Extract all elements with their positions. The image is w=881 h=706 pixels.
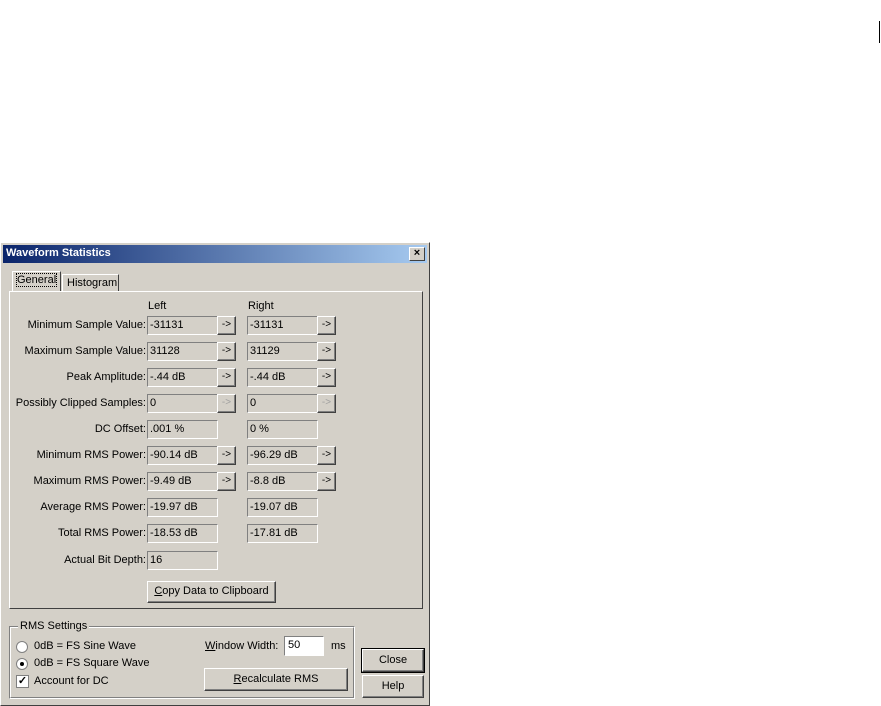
min-rms-left-goto-button[interactable]: -> xyxy=(217,446,236,465)
max-rms-left-field: -9.49 dB xyxy=(147,472,218,491)
column-header-left: Left xyxy=(148,300,167,312)
min-rms-right-field: -96.29 dB xyxy=(247,446,318,465)
tab-histogram-label: Histogram xyxy=(67,277,118,289)
recalculate-rms-button[interactable]: Recalculate RMS xyxy=(204,668,348,691)
bit-depth-label: Actual Bit Depth: xyxy=(64,554,146,566)
bit-depth-left-field: 16 xyxy=(147,551,218,570)
clipped-label-wrap: Possibly Clipped Samples: xyxy=(1,397,146,411)
clipped-left-field: 0 xyxy=(147,394,218,413)
sine-wave-radio[interactable] xyxy=(16,641,28,653)
max-sample-label: Maximum Sample Value: xyxy=(24,345,146,357)
max-rms-right-goto-button[interactable]: -> xyxy=(317,472,336,491)
peak-amplitude-left-goto-button[interactable]: -> xyxy=(217,368,236,387)
peak-amplitude-label-wrap: Peak Amplitude: xyxy=(1,371,147,385)
copy-label: opy Data to Clipboard xyxy=(162,585,269,597)
peak-amplitude-label: Peak Amplitude: xyxy=(66,371,147,383)
min-rms-right-goto-button[interactable]: -> xyxy=(317,446,336,465)
close-button[interactable]: Close xyxy=(361,648,425,673)
tab-general[interactable]: General xyxy=(12,271,61,291)
tab-histogram[interactable]: Histogram xyxy=(62,274,119,291)
peak-amplitude-left-field: -.44 dB xyxy=(147,368,218,387)
total-rms-right-field: -17.81 dB xyxy=(247,524,318,543)
bit-depth-label-wrap: Actual Bit Depth: xyxy=(1,554,146,568)
min-rms-left-field: -90.14 dB xyxy=(147,446,218,465)
window-width-unit: ms xyxy=(331,640,346,652)
copy-to-clipboard-button[interactable]: Copy Data to Clipboard xyxy=(147,581,276,603)
max-sample-right-goto-button[interactable]: -> xyxy=(317,342,336,361)
min-sample-right-field: -31131 xyxy=(247,316,318,335)
total-rms-label-wrap: Total RMS Power: xyxy=(1,527,146,541)
column-header-right: Right xyxy=(248,300,274,312)
total-rms-left-field: -18.53 dB xyxy=(147,524,218,543)
window-width-label: Window Width: xyxy=(205,640,278,652)
title-bar[interactable]: Waveform Statistics × xyxy=(3,245,427,263)
avg-rms-right-field: -19.07 dB xyxy=(247,498,318,517)
clipped-left-goto-button: -> xyxy=(217,394,236,413)
peak-amplitude-right-goto-button[interactable]: -> xyxy=(317,368,336,387)
window-title: Waveform Statistics xyxy=(6,247,111,259)
screen-edge-mark xyxy=(879,21,880,43)
min-sample-label: Minimum Sample Value: xyxy=(27,319,146,331)
dc-offset-label-wrap: DC Offset: xyxy=(1,423,146,437)
min-sample-label-wrap: Minimum Sample Value: xyxy=(1,319,146,333)
avg-rms-label-wrap: Average RMS Power: xyxy=(1,501,146,515)
avg-rms-label: Average RMS Power: xyxy=(40,501,146,513)
max-rms-left-goto-button[interactable]: -> xyxy=(217,472,236,491)
sine-wave-label[interactable]: 0dB = FS Sine Wave xyxy=(34,640,136,652)
dc-offset-label: DC Offset: xyxy=(94,423,146,435)
account-dc-label[interactable]: Account for DC xyxy=(34,675,109,687)
max-sample-left-goto-button[interactable]: -> xyxy=(217,342,236,361)
window-width-text: indow Width: xyxy=(215,640,279,652)
rms-settings-legend: RMS Settings xyxy=(18,620,90,632)
window-width-accel: W xyxy=(205,640,216,652)
max-rms-label-wrap: Maximum RMS Power: xyxy=(1,475,146,489)
clipped-right-field: 0 xyxy=(247,394,318,413)
peak-amplitude-right-field: -.44 dB xyxy=(247,368,318,387)
dc-offset-right-field: 0 % xyxy=(247,420,318,439)
clipped-samples-label: Possibly Clipped Samples: xyxy=(15,397,146,409)
max-sample-right-field: 31129 xyxy=(247,342,318,361)
window-width-input[interactable]: 50 xyxy=(284,636,324,656)
account-dc-checkbox[interactable]: ✓ xyxy=(16,675,29,688)
recalc-label: ecalculate RMS xyxy=(241,673,319,685)
max-sample-left-field: 31128 xyxy=(147,342,218,361)
square-wave-label[interactable]: 0dB = FS Square Wave xyxy=(34,657,149,669)
max-rms-label: Maximum RMS Power: xyxy=(33,475,146,487)
min-sample-left-goto-button[interactable]: -> xyxy=(217,316,236,335)
max-sample-label-wrap: Maximum Sample Value: xyxy=(1,345,146,359)
min-sample-right-goto-button[interactable]: -> xyxy=(317,316,336,335)
min-sample-left-field: -31131 xyxy=(147,316,218,335)
min-rms-label-wrap: Minimum RMS Power: xyxy=(1,449,146,463)
tab-general-label: General xyxy=(15,273,58,287)
max-rms-right-field: -8.8 dB xyxy=(247,472,318,491)
clipped-right-goto-button: -> xyxy=(317,394,336,413)
min-rms-label: Minimum RMS Power: xyxy=(36,449,146,461)
avg-rms-left-field: -19.97 dB xyxy=(147,498,218,517)
square-wave-radio[interactable] xyxy=(16,658,28,670)
close-window-icon[interactable]: × xyxy=(409,247,425,261)
dc-offset-left-field: .001 % xyxy=(147,420,218,439)
help-button[interactable]: Help xyxy=(362,675,424,698)
waveform-statistics-dialog: Waveform Statistics × General Histogram … xyxy=(0,242,430,706)
total-rms-label: Total RMS Power: xyxy=(57,527,146,539)
